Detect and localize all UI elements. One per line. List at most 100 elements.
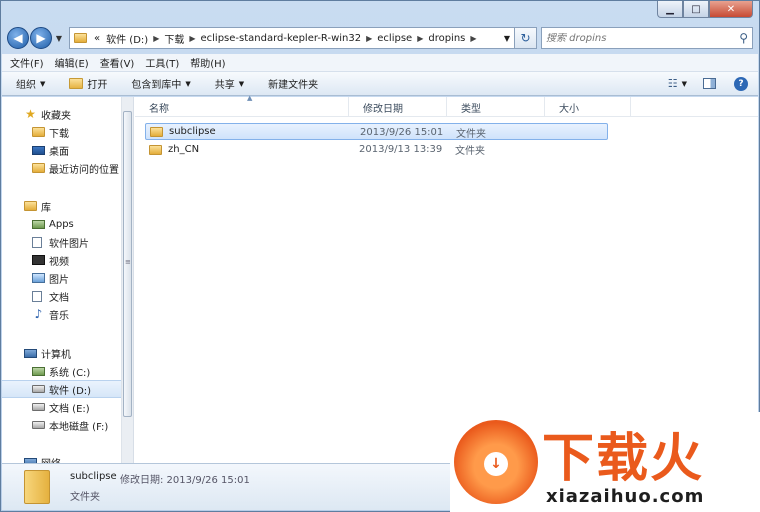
nav-label: 音乐 (49, 310, 69, 322)
nav-label: 文档 (49, 292, 69, 304)
organize-button[interactable]: 组织 ▼ (16, 76, 46, 92)
menu-help[interactable]: 帮助(H) (190, 55, 225, 70)
search-box[interactable]: ⚲ (541, 27, 753, 49)
breadcrumb-eclipse-package[interactable]: eclipse-standard-kepler-R-win32 (201, 33, 362, 44)
chevron-right-icon[interactable]: ▶ (153, 34, 159, 43)
column-label: 名称 (149, 103, 169, 115)
nav-documents[interactable]: 文档 (2, 287, 121, 305)
view-options-icon[interactable]: ☷ (668, 77, 678, 90)
address-row: ◀ ▶ ▼ « 软件 (D:) ▶ 下载 ▶ eclipse-standard-… (7, 25, 753, 51)
nav-label: 最近访问的位置 (49, 164, 119, 176)
breadcrumb-eclipse[interactable]: eclipse (377, 33, 412, 44)
nav-label: 文档 (E:) (49, 403, 90, 415)
caption-buttons: ▁ □ ✕ (657, 1, 753, 18)
recent-places-icon (32, 163, 45, 173)
chevron-right-icon[interactable]: ▶ (470, 34, 476, 43)
menu-tools[interactable]: 工具(T) (145, 55, 179, 70)
apps-library-icon (32, 219, 45, 229)
nav-downloads[interactable]: 下载 (2, 123, 121, 141)
breadcrumb-dropins[interactable]: dropins (428, 33, 465, 44)
forward-button[interactable]: ▶ (30, 27, 52, 49)
chevron-right-icon[interactable]: ▶ (417, 34, 423, 43)
column-label: 类型 (461, 103, 481, 115)
address-bar[interactable]: « 软件 (D:) ▶ 下载 ▶ eclipse-standard-kepler… (69, 27, 515, 49)
file-name: subclipse (169, 126, 216, 137)
drive-icon (32, 421, 45, 429)
details-type: 文件夹 (70, 492, 100, 503)
view-controls: ☷ ▼ ? (668, 76, 758, 91)
library-icon (24, 201, 37, 211)
nav-desktop[interactable]: 桌面 (2, 141, 121, 159)
breadcrumb-overflow[interactable]: « (94, 33, 100, 44)
column-size[interactable]: 大小 (545, 97, 631, 117)
share-label: 共享 (214, 80, 235, 91)
nav-label: 网络 (41, 455, 61, 464)
folder-icon (24, 470, 50, 504)
folder-icon (74, 33, 87, 43)
include-library-label: 包含到库中 (131, 80, 182, 91)
nav-drive-f[interactable]: 本地磁盘 (F:) (2, 416, 121, 434)
nav-software-pictures[interactable]: 软件图片 (2, 233, 121, 251)
address-dropdown-icon[interactable]: ▼ (500, 34, 514, 43)
nav-label: Apps (49, 218, 74, 230)
navigation-scrollbar[interactable]: ≡ (121, 97, 134, 463)
nav-apps[interactable]: Apps (2, 215, 121, 233)
preview-pane-icon[interactable] (703, 78, 716, 89)
help-icon[interactable]: ? (734, 76, 748, 91)
scrollbar-grip-icon: ≡ (125, 258, 131, 266)
refresh-button[interactable]: ↻ (515, 27, 537, 49)
download-arrow-icon: ↓ (484, 452, 508, 476)
file-type: 文件夹 (455, 146, 485, 157)
share-button[interactable]: 共享 ▼ (214, 76, 244, 92)
column-type[interactable]: 类型 (447, 97, 545, 117)
nav-computer[interactable]: 计算机 (2, 344, 121, 362)
video-icon (32, 255, 45, 265)
chevron-right-icon[interactable]: ▶ (189, 34, 195, 43)
nav-recent-places[interactable]: 最近访问的位置 (2, 159, 121, 177)
details-modified: 修改日期: 2013/9/26 15:01 (120, 475, 250, 486)
minimize-button[interactable]: ▁ (657, 1, 683, 18)
maximize-button[interactable]: □ (683, 1, 709, 18)
menu-view[interactable]: 查看(V) (100, 55, 135, 70)
breadcrumb-downloads[interactable]: 下载 (164, 31, 184, 46)
table-row[interactable]: zh_CN 2013/9/13 13:39 文件夹 (145, 141, 608, 158)
watermark-title: 下载火 (542, 429, 705, 489)
nav-network[interactable]: 网络 (2, 453, 121, 463)
nav-label: 视频 (49, 256, 69, 268)
open-button[interactable]: 打开 (69, 76, 107, 91)
back-button[interactable]: ◀ (7, 27, 29, 49)
column-name[interactable]: 名称 (135, 97, 349, 117)
nav-drive-e[interactable]: 文档 (E:) (2, 398, 121, 416)
breadcrumb-drive-d[interactable]: 软件 (D:) (106, 31, 148, 46)
content-area: ★ 收藏夹 下载 桌面 最近访问的位置 库 Apps 软件图片 视频 图片 文档… (2, 94, 758, 463)
nav-label: 计算机 (41, 349, 71, 361)
nav-label: 图片 (49, 274, 69, 286)
nav-drive-c[interactable]: 系统 (C:) (2, 362, 121, 380)
close-button[interactable]: ✕ (709, 1, 753, 18)
drive-icon (32, 385, 45, 393)
nav-videos[interactable]: 视频 (2, 251, 121, 269)
computer-group: 计算机 系统 (C:) 软件 (D:) 文档 (E:) 本地磁盘 (F:) (2, 344, 121, 434)
table-row[interactable]: subclipse 2013/9/26 15:01 文件夹 (145, 123, 608, 140)
search-input[interactable] (546, 32, 740, 44)
watermark-url: xiazaihuo.com (546, 486, 705, 507)
chevron-down-icon[interactable]: ▼ (682, 80, 687, 88)
new-folder-button[interactable]: 新建文件夹 (268, 76, 318, 91)
include-in-library-button[interactable]: 包含到库中 ▼ (131, 76, 190, 92)
chevron-right-icon[interactable]: ▶ (366, 34, 372, 43)
nav-music[interactable]: ♪ 音乐 (2, 305, 121, 323)
nav-pictures[interactable]: 图片 (2, 269, 121, 287)
nav-drive-d[interactable]: 软件 (D:) (2, 380, 121, 398)
chevron-down-icon: ▼ (40, 79, 46, 88)
nav-libraries[interactable]: 库 (2, 197, 121, 215)
search-icon[interactable]: ⚲ (739, 31, 748, 45)
column-modified[interactable]: 修改日期 (349, 97, 447, 117)
recent-pages-dropdown[interactable]: ▼ (53, 34, 65, 43)
menu-file[interactable]: 文件(F) (10, 55, 44, 70)
nav-favorites[interactable]: ★ 收藏夹 (2, 105, 121, 123)
nav-label: 软件图片 (49, 238, 89, 250)
column-label: 修改日期 (363, 103, 403, 115)
folder-icon (150, 126, 163, 137)
menu-edit[interactable]: 编辑(E) (55, 55, 89, 70)
navigation-pane: ★ 收藏夹 下载 桌面 最近访问的位置 库 Apps 软件图片 视频 图片 文档… (2, 97, 121, 463)
